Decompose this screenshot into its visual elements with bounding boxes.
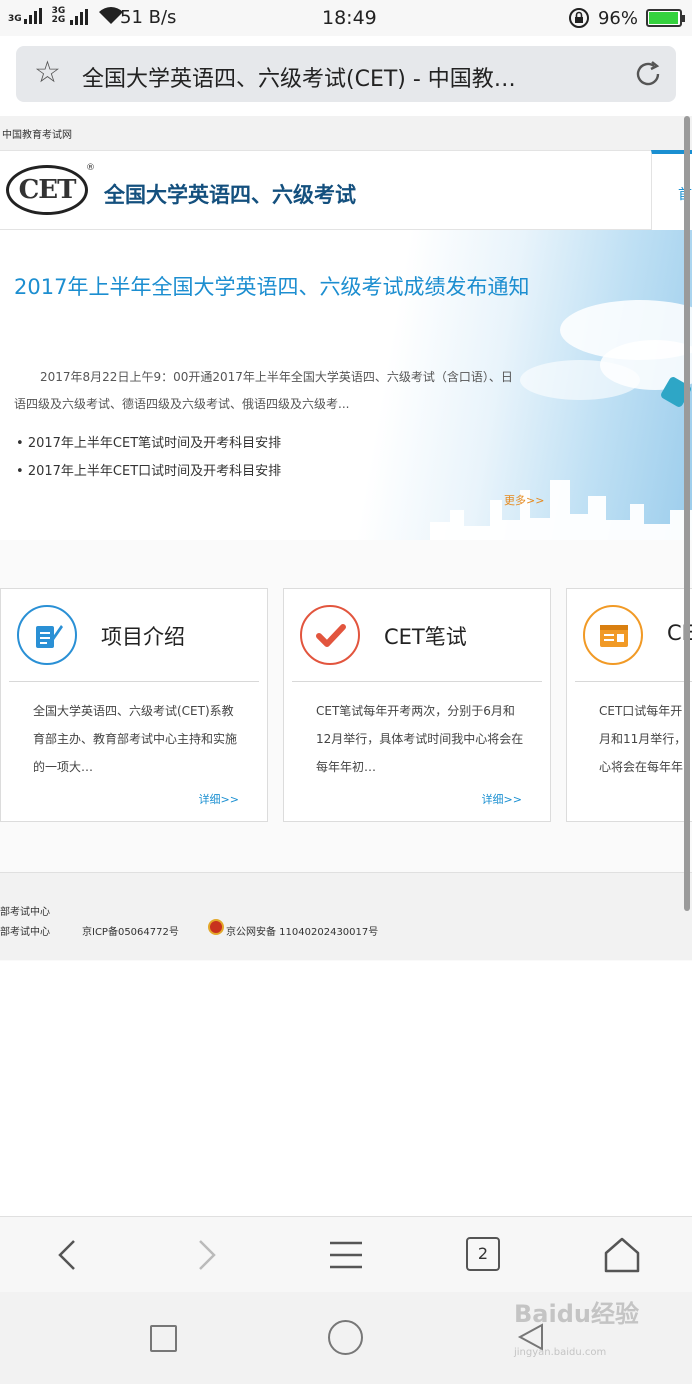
- card-description: CET笔试每年开考两次，分别于6月和12月举行，具体考试时间我中心将会在每年年初…: [316, 704, 524, 774]
- back-icon[interactable]: [48, 1235, 88, 1275]
- site-header: CET ® 全国大学英语四、六级考试: [0, 150, 652, 230]
- signal-1: 3G: [8, 8, 42, 24]
- footer-line-1: 部考试中心: [0, 907, 50, 918]
- card-project-intro[interactable]: 项目介绍 全国大学英语四、六级考试(CET)系教育部主办、教育部考试中心主持和实…: [0, 588, 268, 822]
- reload-icon[interactable]: [632, 58, 664, 90]
- check-icon: [300, 605, 360, 665]
- hero-summary: 2017年8月22日上午9：00开通2017年上半年全国大学英语四、六级考试（含…: [14, 370, 513, 411]
- signal-bars-icon: [23, 8, 42, 24]
- browser-toolbar: 2: [0, 1216, 692, 1292]
- site-name[interactable]: 全国大学英语四、六级考试: [104, 179, 356, 209]
- hero-link[interactable]: 2017年上半年CET口试时间及开考科目安排: [16, 458, 281, 486]
- hero-links: 2017年上半年CET笔试时间及开考科目安排 2017年上半年CET口试时间及开…: [16, 430, 281, 486]
- status-bar: 3G 3G 2G 51 B/s 18:49 96%: [0, 0, 692, 36]
- battery-icon: [646, 9, 685, 27]
- page-title[interactable]: 全国大学英语四、六级考试(CET) - 中国教…: [82, 61, 622, 93]
- site-footer: 部考试中心 部考试中心 京ICP备05064772号 京公网安备 1104020…: [0, 872, 692, 960]
- baidu-watermark: Baidu经验 jingyan.baidu.com: [514, 1294, 639, 1358]
- battery-percent: 96%: [597, 7, 638, 29]
- network-speed: 51 B/s: [120, 7, 177, 28]
- city-skyline: [430, 480, 692, 540]
- police-emblem-icon: [208, 919, 224, 935]
- bookmark-star-icon[interactable]: ☆: [34, 58, 61, 88]
- more-link[interactable]: 更多>>: [504, 492, 544, 508]
- address-bar[interactable]: ☆ 全国大学英语四、六级考试(CET) - 中国教…: [16, 46, 676, 102]
- signal-2: 3G 2G: [52, 7, 88, 25]
- clock: 18:49: [322, 7, 377, 29]
- signal-bars-icon: [69, 9, 88, 25]
- network-type-2: 3G 2G: [51, 6, 66, 25]
- watermark-url: jingyan.baidu.com: [514, 1347, 607, 1358]
- card-description: 全国大学英语四、六级考试(CET)系教育部主办、教育部考试中心主持和实施的一项大…: [33, 704, 238, 774]
- card-description: CET口试每年开 月和11月举行， 心将会在每年年: [599, 704, 687, 774]
- card-title: CET笔试: [384, 625, 467, 649]
- top-link[interactable]: 中国教育考试网: [2, 130, 72, 141]
- icp-link[interactable]: 京ICP备05064772号: [82, 923, 179, 938]
- card-row: 项目介绍 全国大学英语四、六级考试(CET)系教育部主办、教育部考试中心主持和实…: [0, 588, 692, 824]
- footer-line-2: 部考试中心: [0, 927, 50, 938]
- status-right: 96%: [568, 7, 685, 29]
- detail-link[interactable]: 详细>>: [482, 791, 522, 807]
- card-cet-written[interactable]: CET笔试 CET笔试每年开考两次，分别于6月和12月举行，具体考试时间我中心将…: [283, 588, 551, 822]
- card-title: 项目介绍: [101, 625, 185, 649]
- forward-icon[interactable]: [186, 1235, 226, 1275]
- detail-link[interactable]: 详细>>: [199, 791, 239, 807]
- top-strip: 中国教育考试网: [0, 116, 692, 150]
- tabs-button[interactable]: 2: [466, 1237, 500, 1271]
- menu-icon[interactable]: [326, 1235, 366, 1275]
- signal-group: 3G 3G 2G: [8, 6, 124, 26]
- watermark-brand: Baidu经验: [514, 1300, 639, 1328]
- web-page: 中国教育考试网 CET ® 全国大学英语四、六级考试 首 2017年上半年全国大…: [0, 116, 692, 961]
- card-cet-oral[interactable]: CE CET口试每年开 月和11月举行， 心将会在每年年: [566, 588, 692, 822]
- network-type-1: 3G: [8, 14, 22, 24]
- document-edit-icon: [17, 605, 77, 665]
- hero-headline[interactable]: 2017年上半年全国大学英语四、六级考试成绩发布通知: [14, 270, 534, 304]
- cet-logo[interactable]: CET: [6, 165, 88, 215]
- registered-mark: ®: [86, 163, 95, 173]
- hero-link[interactable]: 2017年上半年CET笔试时间及开考科目安排: [16, 430, 281, 458]
- rotation-lock-icon: [568, 8, 589, 28]
- home-circle-icon[interactable]: [328, 1320, 363, 1355]
- home-icon[interactable]: [602, 1235, 642, 1275]
- scrollbar[interactable]: [684, 116, 690, 911]
- web-window-icon: [583, 605, 643, 665]
- hero-banner: 2017年上半年全国大学英语四、六级考试成绩发布通知 2017年8月22日上午9…: [0, 230, 692, 540]
- police-record-link[interactable]: 京公网安备 11040202430017号: [226, 923, 378, 938]
- recent-apps-icon[interactable]: [150, 1325, 177, 1352]
